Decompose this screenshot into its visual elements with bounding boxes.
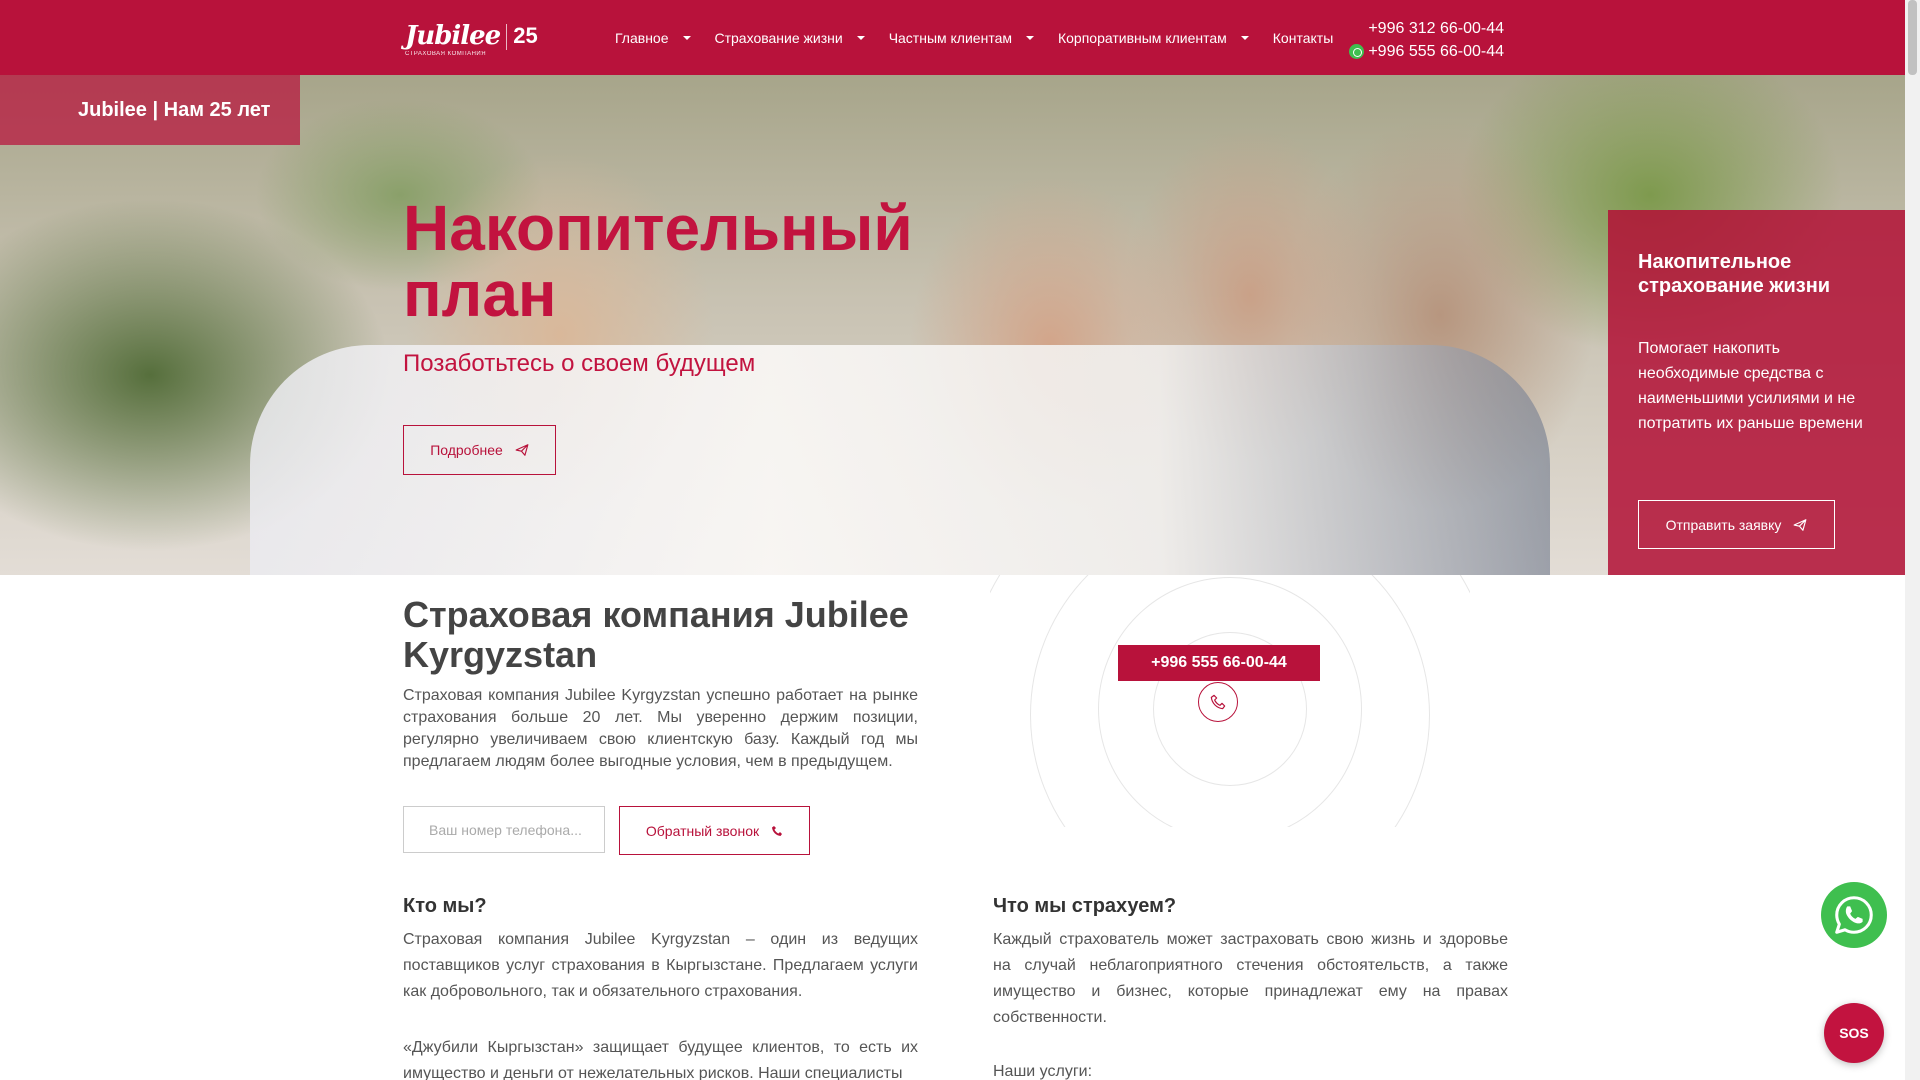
nav-item-contacts[interactable]: Контакты	[1273, 30, 1333, 46]
who-we-are-text-2: «Джубили Кыргызстан» защищает будущее кл…	[403, 1039, 918, 1080]
nav-item-corporate-clients[interactable]: Корпоративным клиентам	[1058, 30, 1249, 46]
company-title: Страховая компания Jubilee Kyrgyzstan	[403, 594, 909, 675]
hero-subtitle: Позаботьтесь о своем будущем	[403, 350, 756, 377]
our-services-label: Наши услуги:	[993, 1063, 1093, 1080]
logo-subtitle: СТРАХОВАЯ КОМПАНИЯ	[405, 51, 487, 57]
chevron-down-icon	[1240, 35, 1249, 40]
what-we-insure-title: Что мы страхуем?	[993, 895, 1177, 917]
what-we-insure-text: Каждый страхователь может застраховать с…	[993, 931, 1508, 1026]
phone-input[interactable]	[403, 806, 605, 853]
phone-link-landline[interactable]: +996 312 66-00-44	[1346, 17, 1504, 40]
promo-panel-title: Накопительное страхование жизни	[1638, 251, 1831, 297]
company-description: Страховая компания Jubilee Kyrgyzstan ус…	[403, 687, 918, 770]
paper-plane-icon	[1793, 518, 1807, 531]
call-number-button[interactable]: +996 555 66-00-44	[1118, 645, 1320, 681]
nav-item-main[interactable]: Главное	[615, 30, 691, 46]
more-button[interactable]: Подробнее	[403, 425, 556, 475]
callback-button-label: Обратный звонок	[645, 822, 760, 839]
logo-divider	[506, 24, 508, 50]
nav-item-label: Контакты	[1272, 29, 1334, 46]
nav-item-label: Главное	[615, 29, 669, 46]
phone-icon	[1210, 694, 1226, 710]
site-header: Jubilee 25 СТРАХОВАЯ КОМПАНИЯ Главное Ст…	[0, 0, 1905, 75]
more-button-label: Подробнее	[430, 442, 503, 458]
chevron-down-icon	[682, 35, 691, 40]
paper-plane-icon	[515, 444, 529, 456]
send-request-label: Отправить заявку	[1665, 516, 1782, 533]
nav-item-label: Корпоративным клиентам	[1057, 29, 1227, 46]
who-we-are-title: Кто мы?	[403, 895, 487, 917]
phone-number: +996 555 66-00-44	[1368, 43, 1504, 60]
scrollbar-thumb[interactable]	[1908, 0, 1917, 75]
nav-item-life-insurance[interactable]: Страхование жизни	[715, 30, 865, 46]
hero-banner: Jubilee | Нам 25 лет Накопительный план …	[0, 75, 1905, 575]
main-nav: Главное Страхование жизни Частным клиент…	[615, 0, 1357, 75]
phone-number: +996 312 66-00-44	[1368, 20, 1504, 37]
promo-panel-text: Помогает накопить необходимые средства с…	[1638, 340, 1863, 432]
call-button[interactable]	[1198, 682, 1238, 722]
promo-panel: Накопительное страхование жизни Помогает…	[1608, 210, 1905, 575]
nav-item-label: Страхование жизни	[714, 29, 843, 46]
logo-anniversary-badge: 25	[513, 23, 538, 48]
phone-icon	[772, 825, 783, 836]
phone-link-whatsapp[interactable]: +996 555 66-00-44	[1346, 40, 1504, 63]
hero-title: Накопительный план	[403, 192, 913, 330]
nav-item-private-clients[interactable]: Частным клиентам	[889, 30, 1034, 46]
chevron-down-icon	[1025, 35, 1034, 40]
sos-button[interactable]: SOS	[1824, 1003, 1884, 1063]
callback-button[interactable]: Обратный звонок	[619, 806, 810, 855]
logo-wordmark: Jubilee	[405, 21, 501, 51]
header-phones: +996 312 66-00-44 +996 555 66-00-44	[1346, 17, 1504, 63]
who-we-are-text: Страховая компания Jubilee Kyrgyzstan – …	[403, 931, 918, 1000]
anniversary-badge: Jubilee | Нам 25 лет	[0, 75, 300, 145]
whatsapp-icon	[1349, 44, 1365, 59]
company-logo[interactable]: Jubilee 25 СТРАХОВАЯ КОМПАНИЯ	[405, 21, 538, 57]
nav-item-label: Частным клиентам	[888, 29, 1012, 46]
whatsapp-chat-button[interactable]	[1821, 882, 1887, 948]
whatsapp-icon	[1835, 896, 1873, 934]
page-scrollbar[interactable]	[1905, 0, 1920, 1080]
send-request-button[interactable]: Отправить заявку	[1638, 500, 1835, 549]
chevron-down-icon	[856, 35, 865, 40]
